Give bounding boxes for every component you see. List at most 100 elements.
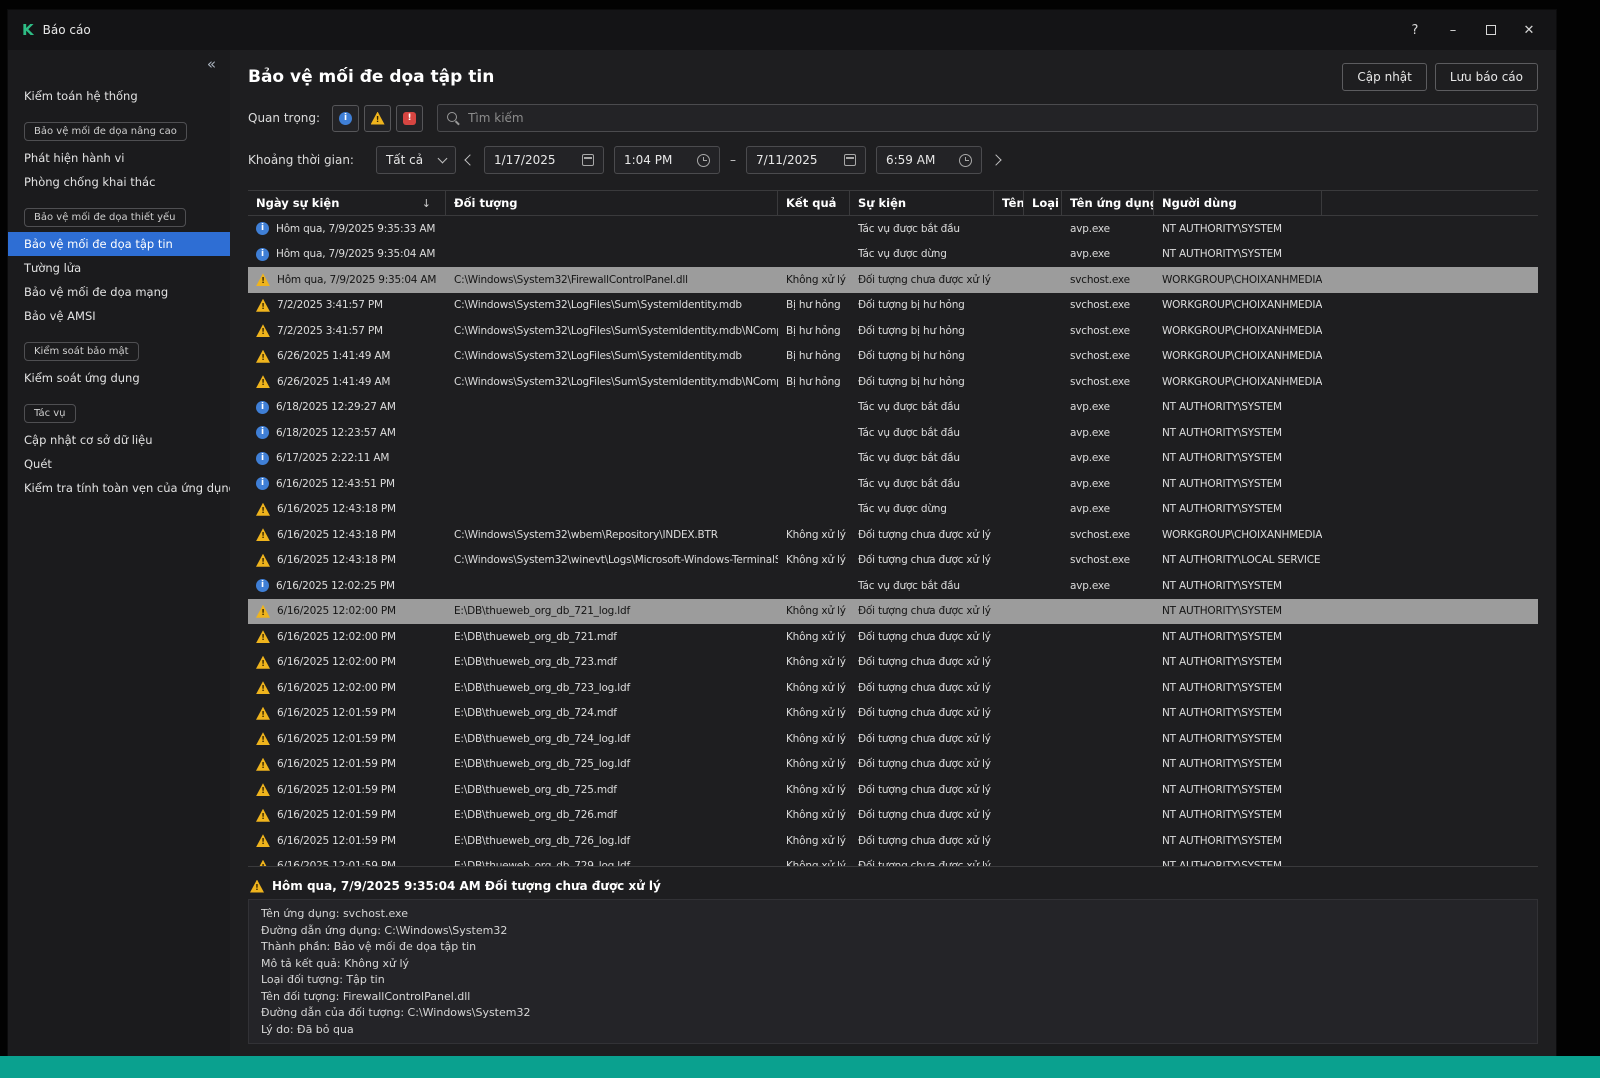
event-filler [1322, 267, 1538, 293]
event-object [446, 420, 778, 446]
event-user: WORKGROUP\CHOIXANHMEDIA$ [1154, 369, 1322, 395]
event-object: C:\Windows\System32\LogFiles\Sum\SystemI… [446, 318, 778, 344]
table-row[interactable]: 6/16/2025 12:43:18 PMC:\Windows\System32… [248, 548, 1538, 574]
table-row[interactable]: 6/16/2025 12:43:18 PMC:\Windows\System32… [248, 522, 1538, 548]
event-ten [994, 293, 1024, 319]
table-row[interactable]: 6/16/2025 12:01:59 PME:\DB\thueweb_org_d… [248, 828, 1538, 854]
table-row[interactable]: Hôm qua, 7/9/2025 9:35:33 AMTác vụ được … [248, 216, 1538, 242]
sidebar-collapse-button[interactable]: « [8, 56, 230, 74]
event-name: Đối tượng chưa được xử lý [850, 726, 994, 752]
event-object [446, 242, 778, 268]
event-date-cell: 7/2/2025 3:41:57 PM [248, 318, 446, 344]
save-report-button[interactable]: Lưu báo cáo [1435, 63, 1538, 91]
table-row[interactable]: 6/26/2025 1:41:49 AMC:\Windows\System32\… [248, 344, 1538, 370]
warning-icon [256, 605, 270, 618]
search-input[interactable] [437, 104, 1538, 132]
details-box[interactable]: Tên ứng dụng: svchost.exeĐường dẫn ứng d… [248, 899, 1538, 1044]
sidebar-item[interactable]: Bảo vệ mối đe dọa tập tin [8, 232, 230, 256]
table-row[interactable]: 6/16/2025 12:01:59 PME:\DB\thueweb_org_d… [248, 726, 1538, 752]
sidebar-item[interactable]: Kiểm toán hệ thống [8, 84, 230, 108]
date-to-value: 7/11/2025 [756, 153, 818, 167]
sidebar-section: Bảo vệ mối đe dọa thiết yếu [24, 205, 214, 227]
event-object: E:\DB\thueweb_org_db_724_log.ldf [446, 726, 778, 752]
sidebar-item[interactable]: Quét [8, 452, 230, 476]
event-date-cell: 6/16/2025 12:01:59 PM [248, 828, 446, 854]
table-row[interactable]: 6/18/2025 12:29:27 AMTác vụ được bắt đầu… [248, 395, 1538, 421]
table-row[interactable]: 6/16/2025 12:02:00 PME:\DB\thueweb_org_d… [248, 650, 1538, 676]
event-date: Hôm qua, 7/9/2025 9:35:33 AM [276, 223, 435, 235]
detail-line: Loại đối tượng: Tập tin [261, 972, 1525, 989]
table-row[interactable]: 6/17/2025 2:22:11 AMTác vụ được bắt đầua… [248, 446, 1538, 472]
column-header-app[interactable]: Tên ứng dụng [1062, 191, 1154, 215]
table-row[interactable]: 6/16/2025 12:43:18 PMTác vụ được dừngavp… [248, 497, 1538, 523]
table-row[interactable]: 6/18/2025 12:23:57 AMTác vụ được bắt đầu… [248, 420, 1538, 446]
sidebar-item[interactable]: Phòng chống khai thác [8, 170, 230, 194]
filter-warning-button[interactable] [364, 105, 391, 132]
table-row[interactable]: 6/16/2025 12:01:59 PME:\DB\thueweb_org_d… [248, 803, 1538, 829]
time-to-field[interactable]: 6:59 AM [876, 146, 982, 174]
event-result: Bị hư hỏng [778, 293, 850, 319]
event-ten [994, 803, 1024, 829]
info-icon [256, 401, 269, 414]
event-ten [994, 395, 1024, 421]
table-row[interactable]: 6/26/2025 1:41:49 AMC:\Windows\System32\… [248, 369, 1538, 395]
sidebar-item[interactable]: Phát hiện hành vi [8, 146, 230, 170]
table-row[interactable]: 6/16/2025 12:01:59 PME:\DB\thueweb_org_d… [248, 752, 1538, 778]
filter-info-button[interactable] [332, 105, 359, 132]
time-from-field[interactable]: 1:04 PM [614, 146, 720, 174]
sidebar-section: Tác vụ [24, 401, 214, 423]
sidebar-item[interactable]: Kiểm soát ứng dụng [8, 366, 230, 390]
event-user: NT AUTHORITY\SYSTEM [1154, 624, 1322, 650]
warning-icon [256, 707, 270, 720]
date-from-field[interactable]: 1/17/2025 [484, 146, 604, 174]
table-row[interactable]: 6/16/2025 12:01:59 PME:\DB\thueweb_org_d… [248, 777, 1538, 803]
table-row[interactable]: 7/2/2025 3:41:57 PMC:\Windows\System32\L… [248, 293, 1538, 319]
date-to-field[interactable]: 7/11/2025 [746, 146, 866, 174]
help-button[interactable]: ? [1398, 16, 1432, 44]
event-result: Không xử lý [778, 599, 850, 625]
detail-line: Mô tả kết quả: Không xử lý [261, 956, 1525, 973]
range-select[interactable]: Tất cả [376, 146, 456, 174]
column-header-user[interactable]: Người dùng [1154, 191, 1322, 215]
event-object: E:\DB\thueweb_org_db_723.mdf [446, 650, 778, 676]
event-name: Đối tượng chưa được xử lý [850, 752, 994, 778]
sidebar-item[interactable]: Bảo vệ mối đe dọa mạng [8, 280, 230, 304]
event-filler [1322, 854, 1538, 867]
event-result [778, 216, 850, 242]
table-row[interactable]: 6/16/2025 12:01:59 PME:\DB\thueweb_org_d… [248, 854, 1538, 867]
sidebar-item[interactable]: Cập nhật cơ sở dữ liệu [8, 428, 230, 452]
table-row[interactable]: 6/16/2025 12:02:00 PME:\DB\thueweb_org_d… [248, 599, 1538, 625]
table-row[interactable]: Hôm qua, 7/9/2025 9:35:04 AMC:\Windows\S… [248, 267, 1538, 293]
column-header-type[interactable]: Loại [1024, 191, 1062, 215]
table-row[interactable]: 6/16/2025 12:01:59 PME:\DB\thueweb_org_d… [248, 701, 1538, 727]
table-row[interactable]: 6/16/2025 12:02:25 PMTác vụ được bắt đầu… [248, 573, 1538, 599]
column-header-event[interactable]: Sự kiện [850, 191, 994, 215]
event-ten [994, 675, 1024, 701]
update-button[interactable]: Cập nhật [1342, 63, 1426, 91]
table-row[interactable]: 6/16/2025 12:02:00 PME:\DB\thueweb_org_d… [248, 675, 1538, 701]
filter-critical-button[interactable] [396, 105, 423, 132]
column-header-result[interactable]: Kết quả [778, 191, 850, 215]
maximize-button[interactable] [1474, 16, 1508, 44]
event-date-cell: 6/16/2025 12:02:00 PM [248, 650, 446, 676]
table-row[interactable]: 7/2/2025 3:41:57 PMC:\Windows\System32\L… [248, 318, 1538, 344]
table-row[interactable]: 6/16/2025 12:43:51 PMTác vụ được bắt đầu… [248, 471, 1538, 497]
event-table-body: Hôm qua, 7/9/2025 9:35:33 AMTác vụ được … [248, 216, 1538, 866]
event-user: NT AUTHORITY\SYSTEM [1154, 828, 1322, 854]
minimize-button[interactable]: – [1436, 16, 1470, 44]
column-header-date[interactable]: Ngày sự kiện ↓ [248, 191, 446, 215]
chevron-right-icon[interactable] [990, 154, 1001, 165]
column-header-object[interactable]: Đối tượng [446, 191, 778, 215]
sidebar-item[interactable]: Bảo vệ AMSI [8, 304, 230, 328]
chevron-left-icon[interactable] [464, 154, 475, 165]
event-result: Bị hư hỏng [778, 318, 850, 344]
time-range-label: Khoảng thời gian: [248, 153, 354, 167]
column-header-name[interactable]: Tên [994, 191, 1024, 215]
event-type [1024, 344, 1062, 370]
table-row[interactable]: 6/16/2025 12:02:00 PME:\DB\thueweb_org_d… [248, 624, 1538, 650]
sidebar-item[interactable]: Tường lửa [8, 256, 230, 280]
table-row[interactable]: Hôm qua, 7/9/2025 9:35:04 AMTác vụ được … [248, 242, 1538, 268]
sidebar-item[interactable]: Kiểm tra tính toàn vẹn của ứng dụng [8, 476, 230, 500]
close-button[interactable]: ✕ [1512, 16, 1546, 44]
event-ten [994, 777, 1024, 803]
